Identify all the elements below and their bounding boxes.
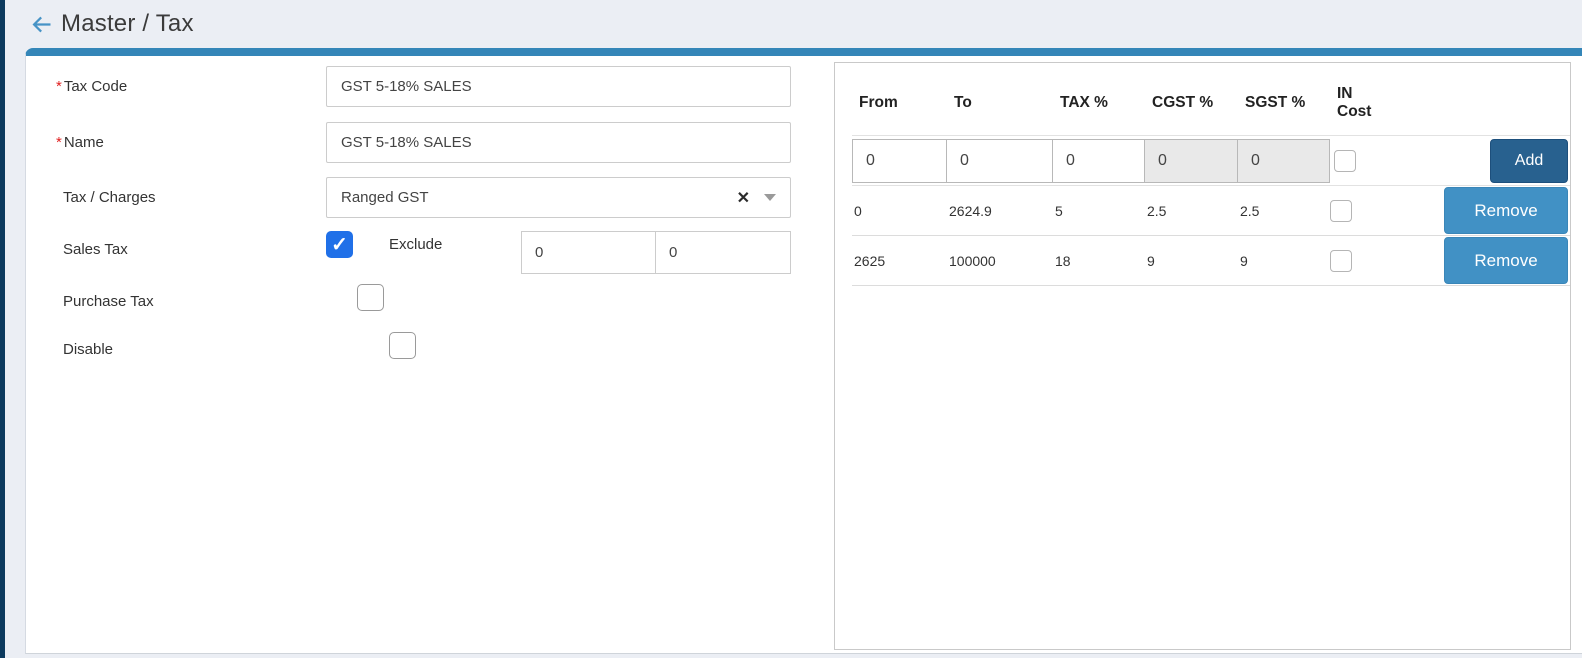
caret-down-icon[interactable] xyxy=(764,194,776,201)
slab-tax-value: 5 xyxy=(1055,202,1063,219)
exclude-range-group xyxy=(521,231,791,274)
clear-selection-icon[interactable]: ✕ xyxy=(737,188,750,208)
remove-slab-button[interactable]: Remove xyxy=(1444,237,1568,284)
slab-cgst-input xyxy=(1144,138,1238,183)
disable-checkbox[interactable] xyxy=(388,332,416,359)
slab-tax-value: 18 xyxy=(1055,252,1071,269)
slab-to-value: 100000 xyxy=(949,252,996,269)
tax-code-label: * Tax Code xyxy=(56,78,128,95)
disable-label: Disable xyxy=(63,341,114,358)
tax-code-input[interactable] xyxy=(326,66,791,107)
slab-row: 0 2624.9 5 2.5 2.5 Remove xyxy=(852,186,1570,236)
slab-sgst-value: 9 xyxy=(1240,252,1248,269)
slab-from-value: 0 xyxy=(854,202,862,219)
col-header-sgst: SGST % xyxy=(1245,94,1306,111)
slab-table-header: From To TAX % CGST % SGST % IN Cost xyxy=(852,79,1570,136)
left-nav-strip xyxy=(0,0,5,658)
required-asterisk: * xyxy=(56,134,62,151)
exclude-label: Exclude xyxy=(389,236,443,253)
arrow-left-icon xyxy=(32,16,50,32)
slab-to-input[interactable] xyxy=(946,138,1053,183)
content-panel: *Tax Code *Name Tax / Charges Ranged GST… xyxy=(25,48,1582,654)
name-input[interactable] xyxy=(326,122,791,163)
col-header-from: From xyxy=(859,94,898,111)
tax-charges-selected-value: Ranged GST xyxy=(341,189,429,206)
col-header-tax: TAX % xyxy=(1060,94,1108,111)
tax-charges-select[interactable]: Ranged GST ✕ xyxy=(326,177,791,218)
slab-sgst-input xyxy=(1237,138,1330,183)
sales-tax-checkbox[interactable] xyxy=(326,231,353,258)
purchase-tax-checkbox[interactable] xyxy=(357,284,385,311)
slab-row: 2625 100000 18 9 9 Remove xyxy=(852,236,1570,286)
col-header-incost: IN Cost xyxy=(1337,85,1372,120)
slab-sgst-value: 2.5 xyxy=(1240,202,1260,219)
sales-tax-label: Sales Tax xyxy=(63,241,128,258)
name-label: * Name xyxy=(56,134,104,151)
row-incost-checkbox[interactable] xyxy=(1330,199,1352,222)
page-header: Master / Tax xyxy=(5,0,1582,48)
col-header-to: To xyxy=(954,94,972,111)
slab-to-value: 2624.9 xyxy=(949,202,992,219)
slab-from-value: 2625 xyxy=(854,252,886,269)
slab-cgst-value: 2.5 xyxy=(1147,202,1167,219)
row-incost-checkbox[interactable] xyxy=(1330,249,1352,272)
remove-slab-button[interactable]: Remove xyxy=(1444,187,1568,234)
tax-charges-label: Tax / Charges xyxy=(63,189,156,206)
slab-incost-checkbox[interactable] xyxy=(1334,149,1356,172)
slab-cgst-value: 9 xyxy=(1147,252,1155,269)
page-title: Master / Tax xyxy=(61,10,194,37)
back-button[interactable] xyxy=(27,10,55,38)
required-asterisk: * xyxy=(56,78,62,95)
exclude-to-input[interactable] xyxy=(656,232,790,273)
purchase-tax-label: Purchase Tax xyxy=(63,293,154,310)
col-header-cgst: CGST % xyxy=(1152,94,1214,111)
add-slab-button[interactable]: Add xyxy=(1490,138,1568,183)
slab-tax-input[interactable] xyxy=(1052,138,1145,183)
slab-new-row: Add xyxy=(852,136,1570,186)
exclude-from-input[interactable] xyxy=(522,232,656,273)
tax-slab-panel: From To TAX % CGST % SGST % IN Cost Add … xyxy=(834,62,1571,650)
slab-from-input[interactable] xyxy=(852,138,948,183)
